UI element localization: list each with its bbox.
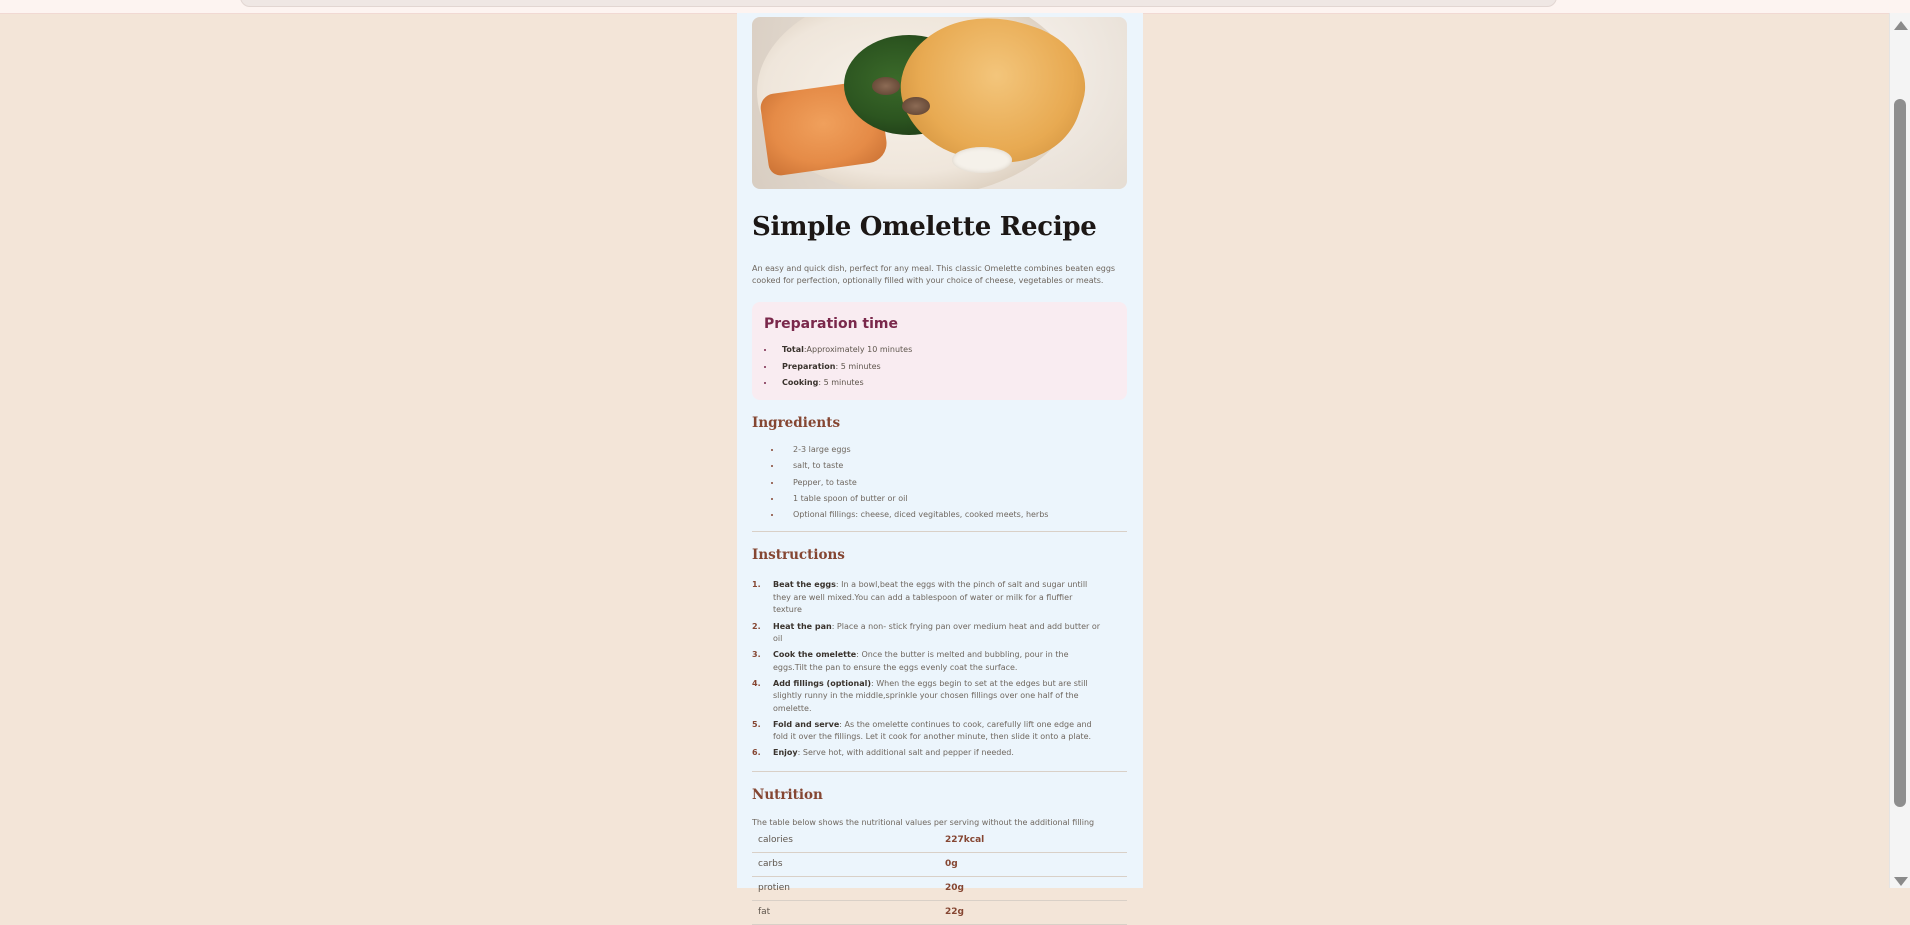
nutrition-intro: The table below shows the nutritional va…	[752, 817, 1095, 827]
list-item: Pepper, to taste	[752, 475, 1128, 491]
ingredients-title: Ingredients	[752, 415, 841, 431]
prep-label: Preparation	[782, 361, 836, 371]
step-number: 5.	[752, 719, 761, 729]
table-row: fat 22g	[752, 900, 1127, 925]
prep-text: : 5 minutes	[835, 361, 881, 371]
scrollbar-thumb[interactable]	[1894, 99, 1906, 807]
ingredients-list: 2-3 large eggs salt, to taste Pepper, to…	[752, 442, 1128, 523]
step-label: Heat the pan	[773, 621, 832, 631]
prep-text: :Approximately 10 minutes	[803, 345, 913, 354]
mushroom-shape	[902, 97, 930, 115]
prep-text: : 5 minutes	[818, 378, 864, 387]
preparation-box: Preparation time Total:Approximately 10 …	[752, 302, 1127, 400]
table-row: calories 227kcal	[752, 828, 1127, 853]
list-item: 1 table spoon of butter or oil	[752, 491, 1128, 507]
recipe-intro: An easy and quick dish, perfect for any …	[752, 264, 1116, 285]
divider	[752, 770, 1127, 772]
nutrient-value: 227kcal	[939, 828, 1127, 853]
page-scrollbar[interactable]	[1889, 13, 1910, 888]
step-label: Add fillings (optional)	[773, 678, 871, 688]
list-item: 5. Fold and serve: As the omelette contin…	[752, 719, 1103, 744]
scroll-up-icon[interactable]	[1894, 21, 1908, 30]
step-label: Fold and serve	[773, 719, 840, 729]
browser-top-bar	[0, 0, 1910, 14]
list-item: 2-3 large eggs	[752, 442, 1128, 458]
list-item: 2. Heat the pan: Place a non- stick fryin…	[752, 621, 1103, 646]
nutrition-title: Nutrition	[752, 786, 823, 803]
list-item: Preparation: 5 minutes	[764, 359, 1115, 376]
nutrient-value: 0g	[939, 852, 1127, 877]
list-item: Optional fillings: cheese, diced vegitab…	[752, 507, 1128, 523]
prep-label: Total	[782, 345, 804, 354]
table-row: carbs 0g	[752, 852, 1127, 877]
step-number: 6.	[752, 748, 761, 758]
table-row: protien 20g	[752, 876, 1127, 901]
instructions-title: Instructions	[752, 547, 845, 564]
list-item: 3. Cook the omelette: Once the butter is …	[752, 649, 1103, 674]
step-label: Beat the eggs	[773, 580, 836, 590]
step-number: 2.	[752, 621, 761, 631]
nutrient-value: 20g	[939, 876, 1127, 901]
step-number: 3.	[752, 650, 761, 660]
step-label: Enjoy	[773, 748, 798, 758]
list-item: 4. Add fillings (optional): When the eggs…	[752, 678, 1103, 716]
list-item: Cooking: 5 minutes	[764, 375, 1115, 392]
list-item: 6. Enjoy: Serve hot, with additional salt…	[752, 747, 1103, 760]
omelette-photo	[752, 17, 1127, 189]
sauce-shape	[952, 147, 1012, 173]
step-number: 1.	[752, 580, 761, 590]
nutrient-name: carbs	[752, 852, 939, 877]
address-bar-edge[interactable]	[240, 0, 1557, 7]
list-item: 1. Beat the eggs: In a bowl,beat the eggs…	[752, 579, 1103, 617]
instructions-list: 1. Beat the eggs: In a bowl,beat the eggs…	[752, 579, 1128, 759]
nutrient-name: fat	[752, 900, 939, 925]
page-title: Simple Omelette Recipe	[752, 212, 1097, 242]
step-label: Cook the omelette	[773, 650, 857, 660]
preparation-title: Preparation time	[764, 316, 899, 332]
nutrition-table: calories 227kcal carbs 0g protien 20g fat 22…	[752, 828, 1127, 925]
list-item: Total:Approximately 10 minutes	[764, 342, 1115, 359]
step-text: : Serve hot, with additional salt and pe…	[797, 748, 1014, 758]
step-number: 4.	[752, 678, 761, 688]
recipe-card: Simple Omelette Recipe An easy and quick…	[737, 13, 1143, 925]
nutrient-name: calories	[752, 828, 939, 853]
preparation-list: Total:Approximately 10 minutes Preparati…	[764, 342, 1115, 392]
scroll-down-icon[interactable]	[1894, 877, 1908, 886]
list-item: salt, to taste	[752, 458, 1128, 474]
prep-label: Cooking	[782, 378, 819, 387]
nutrient-name: protien	[752, 876, 939, 901]
mushroom-shape	[872, 77, 900, 95]
nutrient-value: 22g	[939, 900, 1127, 925]
divider	[752, 531, 1127, 533]
